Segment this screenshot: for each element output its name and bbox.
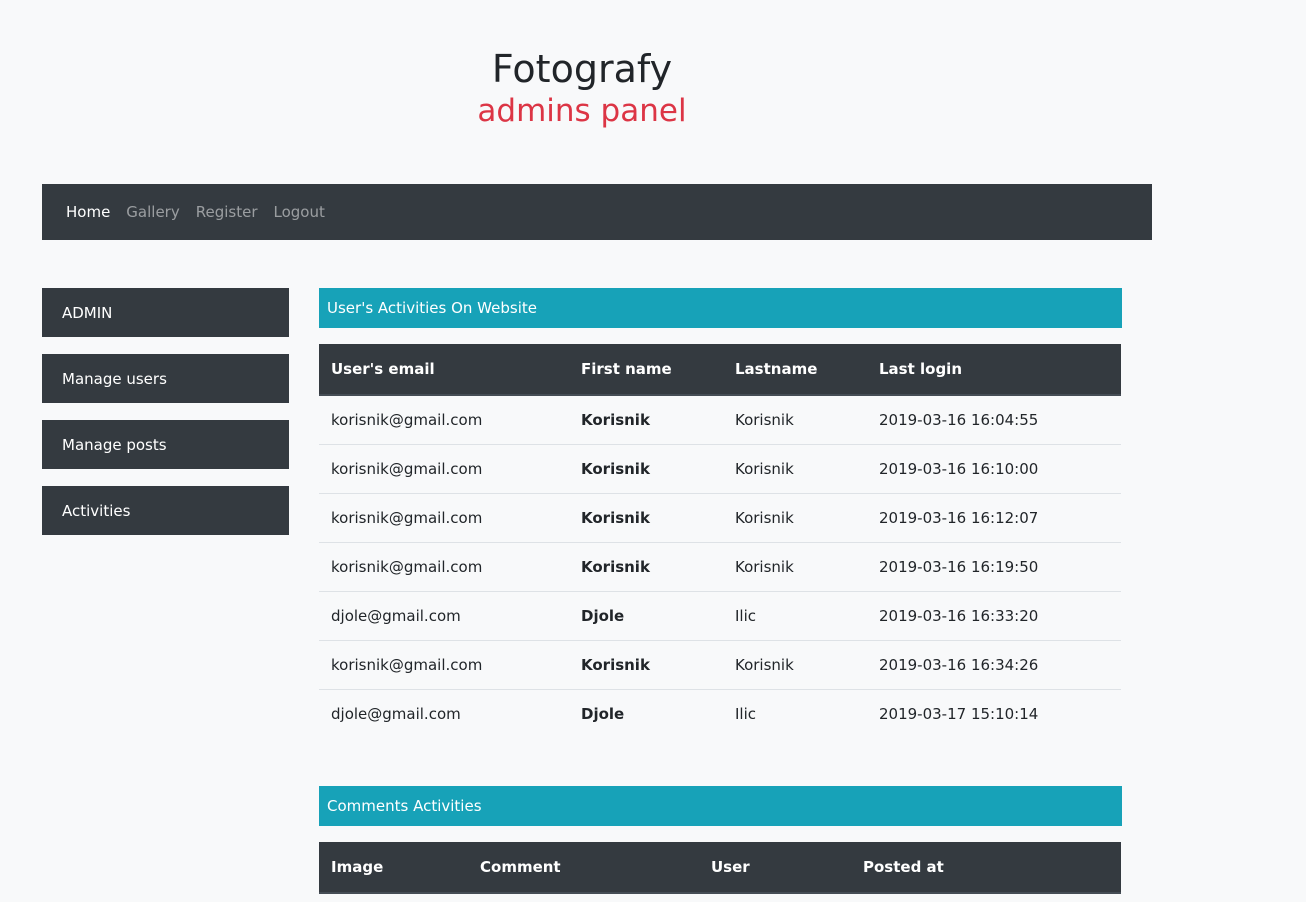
cell-lastname: Korisnik bbox=[723, 639, 867, 689]
top-navbar: Home Gallery Register Logout bbox=[42, 184, 1152, 240]
cell-last-login: 2019-03-16 16:34:26 bbox=[867, 639, 1121, 689]
nav-register[interactable]: Register bbox=[196, 203, 258, 221]
cell-email: korisnik@gmail.com bbox=[319, 443, 569, 493]
sidebar-item-activities[interactable]: Activities bbox=[42, 486, 289, 535]
table-row: djole@gmail.com Djole Ilic 2019-03-16 16… bbox=[319, 590, 1121, 640]
table-row: djole@gmail.com Djole Ilic 2019-03-17 15… bbox=[319, 688, 1121, 738]
main-content: User's Activities On Website User's emai… bbox=[319, 288, 1122, 894]
cell-lastname: Korisnik bbox=[723, 443, 867, 493]
column-header-comment: Comment bbox=[468, 842, 699, 894]
section-title-comments-activities: Comments Activities bbox=[319, 786, 1122, 826]
table-row: korisnik@gmail.com Korisnik Korisnik 201… bbox=[319, 395, 1121, 444]
cell-email: korisnik@gmail.com bbox=[319, 492, 569, 542]
cell-last-login: 2019-03-16 16:04:55 bbox=[879, 410, 1039, 429]
column-header-posted-at: Posted at bbox=[851, 842, 1121, 894]
cell-last-login: 2019-03-16 16:12:07 bbox=[867, 492, 1121, 542]
column-header-image: Image bbox=[319, 842, 468, 894]
cell-lastname: Ilic bbox=[723, 688, 867, 738]
section-title-user-activities: User's Activities On Website bbox=[319, 288, 1122, 328]
user-activities-table: User's email First name Lastname Last lo… bbox=[319, 344, 1121, 738]
sidebar-item-admin[interactable]: ADMIN bbox=[42, 288, 289, 337]
cell-first-name: Korisnik bbox=[569, 639, 723, 689]
brand-header: Fotografy admins panel bbox=[0, 46, 1164, 130]
cell-email: korisnik@gmail.com bbox=[319, 639, 569, 689]
user-activities-section: User's Activities On Website User's emai… bbox=[319, 288, 1122, 738]
admin-page: Fotografy admins panel Home Gallery Regi… bbox=[0, 0, 1306, 902]
column-header-lastname: Lastname bbox=[723, 344, 867, 396]
cell-first-name: Korisnik bbox=[569, 492, 723, 542]
cell-last-login: 2019-03-16 16:19:50 bbox=[867, 541, 1121, 591]
site-title: Fotografy bbox=[491, 47, 673, 91]
column-header-last-login: Last login bbox=[867, 344, 1121, 396]
cell-last-login: 2019-03-16 16:10:00 bbox=[867, 443, 1121, 493]
sidebar-item-manage-posts[interactable]: Manage posts bbox=[42, 420, 289, 469]
comments-activities-section: Comments Activities Image Comment User P… bbox=[319, 786, 1122, 894]
cell-last-login: 2019-03-17 15:10:14 bbox=[867, 688, 1121, 738]
cell-lastname: Korisnik bbox=[723, 541, 867, 591]
site-subtitle: admins panel bbox=[477, 93, 687, 129]
cell-first-name: Korisnik bbox=[569, 541, 723, 591]
sidebar: ADMIN Manage users Manage posts Activiti… bbox=[42, 288, 289, 552]
cell-email: djole@gmail.com bbox=[319, 590, 569, 640]
sidebar-item-manage-users[interactable]: Manage users bbox=[42, 354, 289, 403]
table-row: korisnik@gmail.com Korisnik Korisnik 201… bbox=[319, 443, 1121, 493]
cell-lastname: Korisnik bbox=[723, 492, 867, 542]
table-row: korisnik@gmail.com Korisnik Korisnik 201… bbox=[319, 639, 1121, 689]
nav-logout[interactable]: Logout bbox=[274, 203, 325, 221]
cell-email: djole@gmail.com bbox=[319, 688, 569, 738]
column-header-email: User's email bbox=[319, 344, 569, 396]
nav-gallery[interactable]: Gallery bbox=[126, 203, 179, 221]
cell-lastname: Ilic bbox=[723, 590, 867, 640]
cell-lastname: Korisnik bbox=[735, 410, 794, 429]
cell-first-name: Korisnik bbox=[569, 443, 723, 493]
column-header-user: User bbox=[699, 842, 851, 894]
comments-activities-table: Image Comment User Posted at bbox=[319, 842, 1121, 894]
cell-email: korisnik@gmail.com bbox=[331, 410, 483, 429]
cell-first-name: Korisnik bbox=[581, 410, 650, 429]
cell-last-login: 2019-03-16 16:33:20 bbox=[867, 590, 1121, 640]
cell-first-name: Djole bbox=[569, 688, 723, 738]
cell-first-name: Djole bbox=[569, 590, 723, 640]
column-header-first-name: First name bbox=[569, 344, 723, 396]
table-row: korisnik@gmail.com Korisnik Korisnik 201… bbox=[319, 492, 1121, 542]
table-row: korisnik@gmail.com Korisnik Korisnik 201… bbox=[319, 541, 1121, 591]
nav-home[interactable]: Home bbox=[66, 203, 110, 221]
cell-email: korisnik@gmail.com bbox=[319, 541, 569, 591]
